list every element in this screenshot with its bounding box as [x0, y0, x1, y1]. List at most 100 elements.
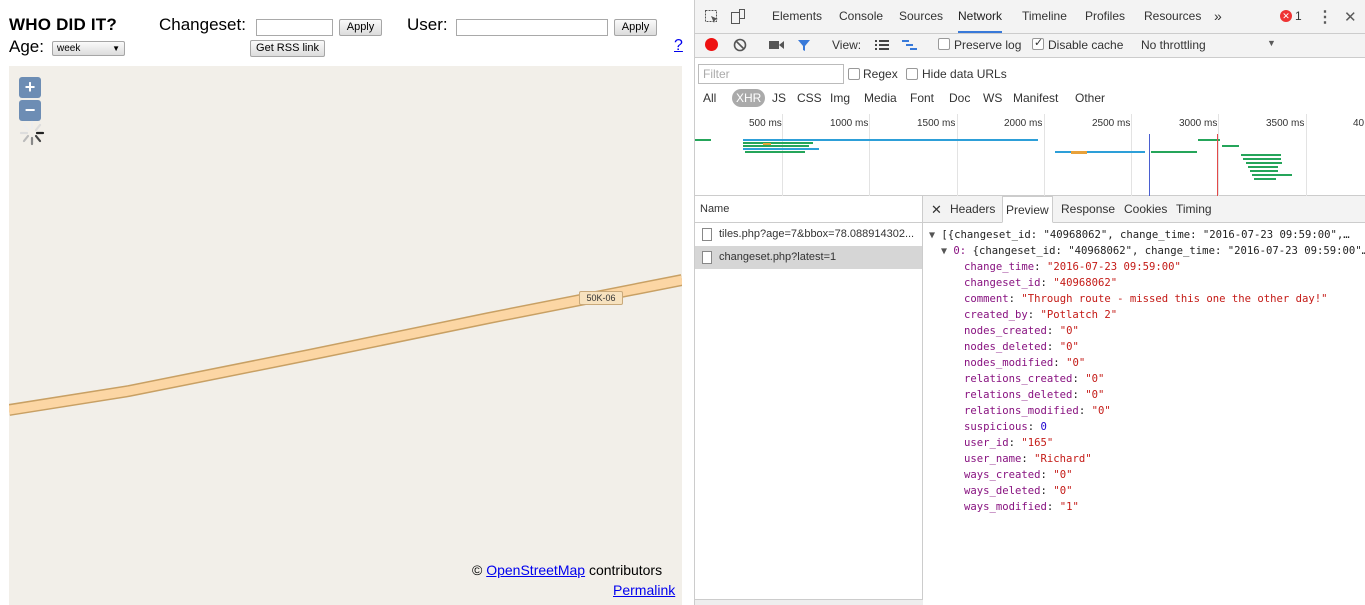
- waterfall-bar: [1222, 145, 1239, 147]
- json-colon: :: [1021, 453, 1035, 465]
- json-field-row[interactable]: relations_deleted: "0": [923, 387, 1365, 403]
- type-filter-js[interactable]: JS: [772, 89, 786, 107]
- json-field-row[interactable]: ways_deleted: "0": [923, 483, 1365, 499]
- timeline-gridline: [1044, 114, 1045, 196]
- json-value: "0": [1053, 485, 1073, 497]
- expanded-triangle-icon[interactable]: ▼: [941, 246, 947, 257]
- waterfall-bar: [743, 139, 1038, 141]
- user-apply-button[interactable]: Apply: [614, 19, 657, 36]
- type-filter-xhr[interactable]: XHR: [732, 89, 766, 107]
- type-filter-manifest[interactable]: Manifest: [1013, 89, 1058, 107]
- json-field-row[interactable]: relations_modified: "0": [923, 403, 1365, 419]
- horizontal-scrollbar[interactable]: [695, 599, 923, 605]
- inspect-element-icon[interactable]: [704, 9, 720, 25]
- waterfall-bar: [1241, 154, 1281, 156]
- type-filter-ws[interactable]: WS: [983, 89, 1002, 107]
- json-field-row[interactable]: nodes_created: "0": [923, 323, 1365, 339]
- age-select-value: week: [57, 43, 81, 54]
- json-field-row[interactable]: user_id: "165": [923, 435, 1365, 451]
- load-event-marker: [1217, 134, 1218, 196]
- tab-headers[interactable]: Headers: [947, 196, 998, 223]
- hide-data-urls-checkbox[interactable]: [906, 68, 918, 80]
- osm-link[interactable]: OpenStreetMap: [486, 562, 585, 578]
- regex-checkbox[interactable]: [848, 68, 860, 80]
- waterfall-view-icon[interactable]: [902, 39, 918, 51]
- help-link[interactable]: ?: [674, 37, 683, 55]
- tab-timing[interactable]: Timing: [1173, 196, 1215, 223]
- record-icon[interactable]: [705, 38, 718, 51]
- close-devtools-icon[interactable]: ✕: [1344, 8, 1357, 26]
- permalink[interactable]: Permalink: [613, 582, 675, 598]
- zoom-in-button[interactable]: +: [19, 77, 41, 98]
- rss-link-button[interactable]: Get RSS link: [250, 40, 325, 57]
- expanded-triangle-icon[interactable]: ▼: [929, 230, 935, 241]
- json-colon: :: [1008, 293, 1022, 305]
- tab-cookies[interactable]: Cookies: [1121, 196, 1170, 223]
- type-filter-font[interactable]: Font: [910, 89, 934, 107]
- json-value: "0": [1085, 389, 1105, 401]
- map[interactable]: + − 50K-06: [9, 66, 682, 605]
- json-field-row[interactable]: suspicious: 0: [923, 419, 1365, 435]
- error-count[interactable]: 1: [1295, 0, 1302, 33]
- type-filter-all[interactable]: All: [703, 89, 716, 107]
- json-field-row[interactable]: ways_created: "0": [923, 467, 1365, 483]
- tab-elements[interactable]: Elements: [772, 0, 822, 33]
- more-tabs-button[interactable]: »: [1214, 0, 1222, 33]
- request-row-selected[interactable]: changeset.php?latest=1: [695, 246, 922, 269]
- timeline-label: 40: [1353, 118, 1365, 129]
- age-select[interactable]: week ▼: [52, 41, 125, 56]
- type-filter-css[interactable]: CSS: [797, 89, 822, 107]
- throttling-dropdown-icon[interactable]: ▼: [1267, 38, 1276, 48]
- json-root-summary: [{changeset_id: "40968062", change_time:…: [941, 229, 1350, 241]
- close-detail-icon[interactable]: ✕: [928, 196, 945, 223]
- clear-icon[interactable]: [733, 38, 747, 52]
- user-input[interactable]: [456, 19, 608, 36]
- tab-response[interactable]: Response: [1058, 196, 1118, 223]
- json-value: "Through route - missed this one the oth…: [1021, 293, 1328, 305]
- json-field-row[interactable]: nodes_deleted: "0": [923, 339, 1365, 355]
- waterfall-bar: [1151, 151, 1197, 153]
- json-item-line[interactable]: ▼ 0: {changeset_id: "40968062", change_t…: [923, 243, 1365, 259]
- tab-preview[interactable]: Preview: [1002, 196, 1053, 223]
- timeline-overview[interactable]: 500 ms 1000 ms 1500 ms 2000 ms 2500 ms 3…: [695, 114, 1365, 196]
- json-field-row[interactable]: changeset_id: "40968062": [923, 275, 1365, 291]
- timeline-label: 1000 ms: [830, 118, 869, 129]
- large-rows-icon[interactable]: [875, 39, 889, 51]
- kebab-menu-icon[interactable]: ⋮: [1317, 7, 1333, 27]
- device-mode-icon[interactable]: [730, 9, 746, 25]
- attribution-suffix: contributors: [588, 562, 663, 578]
- type-filter-other[interactable]: Other: [1075, 89, 1105, 107]
- json-field-row[interactable]: relations_created: "0": [923, 371, 1365, 387]
- changeset-input[interactable]: [256, 19, 333, 36]
- json-field-row[interactable]: nodes_modified: "0": [923, 355, 1365, 371]
- capture-screenshots-icon[interactable]: [769, 39, 785, 51]
- json-key: user_id: [964, 437, 1009, 449]
- json-field-row[interactable]: user_name: "Richard": [923, 451, 1365, 467]
- throttling-select[interactable]: No throttling: [1141, 29, 1206, 62]
- disable-cache-checkbox[interactable]: [1032, 36, 1044, 50]
- json-field-row[interactable]: created_by: "Potlatch 2": [923, 307, 1365, 323]
- tab-sources[interactable]: Sources: [899, 0, 943, 33]
- json-root-line[interactable]: ▼ [{changeset_id: "40968062", change_tim…: [923, 227, 1365, 243]
- json-field-row[interactable]: comment: "Through route - missed this on…: [923, 291, 1365, 307]
- preserve-log-checkbox[interactable]: [938, 38, 950, 50]
- type-filter-media[interactable]: Media: [864, 89, 897, 107]
- disable-cache-label: Disable cache: [1048, 38, 1124, 52]
- error-icon[interactable]: ✕: [1280, 10, 1292, 22]
- changeset-apply-button[interactable]: Apply: [339, 19, 382, 36]
- json-value: "0": [1059, 325, 1079, 337]
- type-filter-img[interactable]: Img: [830, 89, 850, 107]
- json-field-row[interactable]: ways_modified: "1": [923, 499, 1365, 515]
- json-field-row[interactable]: change_time: "2016-07-23 09:59:00": [923, 259, 1365, 275]
- filter-input[interactable]: Filter: [698, 64, 844, 84]
- waterfall-bar: [1248, 166, 1278, 168]
- json-colon: :: [1040, 469, 1054, 481]
- type-filter-doc[interactable]: Doc: [949, 89, 970, 107]
- json-item-summary: {changeset_id: "40968062", change_time: …: [972, 245, 1365, 257]
- request-row[interactable]: tiles.php?age=7&bbox=78.088914302...: [695, 223, 922, 246]
- devtools-panel: Elements Console Sources Network Timelin…: [694, 0, 1365, 605]
- filter-icon[interactable]: [797, 38, 811, 52]
- name-column-header[interactable]: Name: [695, 196, 922, 223]
- app-title: WHO DID IT?: [9, 15, 117, 34]
- json-value: "0": [1053, 469, 1073, 481]
